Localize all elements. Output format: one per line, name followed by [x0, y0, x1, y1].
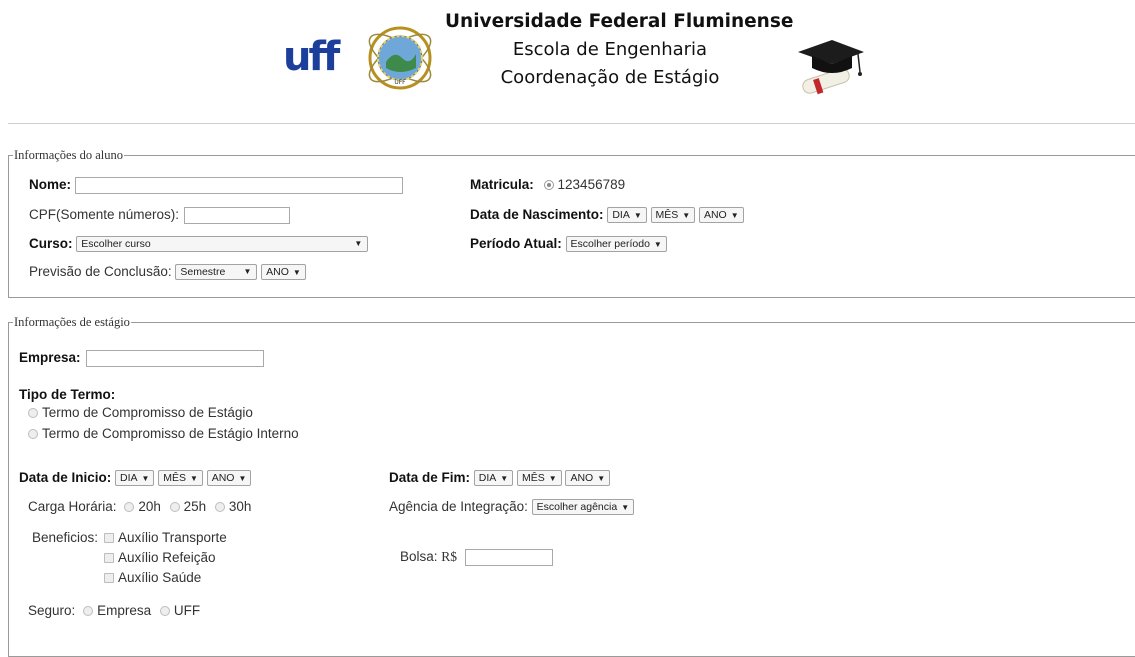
fim-label: Data de Fim:	[389, 470, 471, 485]
agencia-select[interactable]: Escolher agência ▼	[531, 499, 635, 516]
fim-ano-select[interactable]: ANO ▼	[565, 470, 611, 487]
seguro-option[interactable]: Empresa	[83, 603, 151, 618]
matricula-row: Matricula: 123456789	[470, 176, 625, 194]
svg-text:UFF: UFF	[394, 79, 406, 86]
internship-info-legend: Informações de estágio	[14, 315, 130, 329]
nascimento-ano-select[interactable]: ANO ▼	[698, 207, 744, 224]
header-divider	[8, 123, 1135, 124]
carga-label: Carga Horária:	[28, 499, 117, 514]
seguro-radio[interactable]	[159, 606, 170, 616]
matricula-label: Matricula:	[470, 177, 534, 192]
carga-option[interactable]: 25h	[169, 499, 206, 514]
graduation-cap-diploma-icon	[798, 40, 864, 95]
curso-label: Curso:	[29, 236, 73, 251]
tipo-termo-radio[interactable]	[28, 408, 38, 418]
bolsa-input[interactable]	[465, 549, 553, 566]
student-info-legend: Informações do aluno	[14, 148, 123, 162]
tipo-termo-label-row: Tipo de Termo:	[19, 386, 115, 404]
nascimento-dia-select[interactable]: DIA ▼	[607, 207, 647, 224]
nome-label: Nome:	[29, 177, 72, 192]
cpf-label: CPF(Somente números):	[29, 207, 180, 222]
seguro-radio[interactable]	[83, 606, 94, 616]
tipo-termo-option[interactable]: Termo de Compromisso de Estágio	[28, 404, 253, 422]
tipo-termo-label: Tipo de Termo:	[19, 387, 116, 402]
seguro-label: Seguro:	[28, 603, 76, 618]
engineering-seal-icon: UFF	[368, 26, 432, 90]
nascimento-row: Data de Nascimento: DIA ▼ MÊS ▼ ANO ▼	[470, 206, 744, 224]
tipo-termo-radio[interactable]	[28, 429, 38, 439]
periodo-select[interactable]: Escolher período ▼	[565, 236, 667, 253]
nome-input[interactable]	[75, 177, 403, 194]
cpf-input[interactable]	[184, 207, 290, 224]
seguro-row: Seguro: Empresa UFF	[28, 602, 200, 620]
empresa-input[interactable]	[86, 350, 264, 367]
uff-logo: uff	[283, 34, 340, 80]
bolsa-label: Bolsa:	[400, 549, 438, 564]
beneficio-option[interactable]: Auxílio Saúde	[104, 569, 201, 587]
curso-row: Curso: Escolher curso ▼	[29, 235, 369, 253]
beneficio-checkbox[interactable]	[104, 573, 114, 583]
page-title: Universidade Federal Fluminense Escola d…	[445, 8, 794, 92]
empresa-row: Empresa:	[19, 349, 81, 367]
matricula-radio[interactable]	[543, 180, 554, 190]
previsao-row: Previsão de Conclusão: Semestre ▼ ANO ▼	[29, 263, 306, 281]
periodo-row: Período Atual: Escolher período ▼	[470, 235, 667, 253]
matricula-value: 123456789	[557, 177, 626, 192]
previsao-semestre-select[interactable]: Semestre ▼	[175, 264, 258, 281]
beneficio-option[interactable]: Auxílio Refeição	[104, 549, 216, 567]
nascimento-mes-select[interactable]: MÊS ▼	[650, 207, 696, 224]
carga-radio[interactable]	[214, 502, 225, 512]
carga-option[interactable]: 20h	[124, 499, 161, 514]
university-name: Universidade Federal Fluminense	[445, 11, 794, 32]
agencia-label: Agência de Integração:	[389, 499, 528, 514]
inicio-label: Data de Inicio:	[19, 470, 112, 485]
inicio-row: Data de Inicio: DIA ▼ MÊS ▼ ANO ▼	[19, 469, 252, 487]
fim-row: Data de Fim: DIA ▼ MÊS ▼ ANO ▼	[389, 469, 611, 487]
inicio-ano-select[interactable]: ANO ▼	[206, 470, 252, 487]
beneficios-row: Beneficios:	[32, 529, 98, 547]
carga-radio[interactable]	[169, 502, 180, 512]
beneficio-checkbox[interactable]	[104, 533, 114, 543]
seguro-option[interactable]: UFF	[159, 603, 200, 618]
carga-option[interactable]: 30h	[214, 499, 251, 514]
school-name: Escola de Engenharia	[512, 39, 708, 60]
nome-row: Nome:	[29, 176, 71, 194]
inicio-mes-select[interactable]: MÊS ▼	[158, 470, 203, 487]
bolsa-currency: R$	[441, 549, 458, 564]
bolsa-row: Bolsa: R$	[400, 548, 457, 566]
curso-select[interactable]: Escolher curso ▼	[76, 236, 369, 253]
agencia-row: Agência de Integração: Escolher agência ▼	[389, 498, 635, 516]
nascimento-label: Data de Nascimento:	[470, 207, 604, 222]
beneficio-checkbox[interactable]	[104, 553, 114, 563]
previsao-ano-select[interactable]: ANO ▼	[261, 264, 306, 281]
previsao-label: Previsão de Conclusão:	[29, 264, 172, 279]
tipo-termo-option[interactable]: Termo de Compromisso de Estágio Interno	[28, 425, 299, 443]
beneficios-label: Beneficios:	[32, 530, 99, 545]
fim-mes-select[interactable]: MÊS ▼	[516, 470, 562, 487]
inicio-dia-select[interactable]: DIA ▼	[115, 470, 155, 487]
department-name: Coordenação de Estágio	[500, 67, 720, 88]
beneficio-option[interactable]: Auxílio Transporte	[104, 529, 227, 547]
carga-radio[interactable]	[124, 502, 135, 512]
cpf-row: CPF(Somente números):	[29, 206, 179, 224]
carga-row: Carga Horária: 20h 25h 30h	[28, 498, 251, 516]
periodo-label: Período Atual:	[470, 236, 562, 251]
fim-dia-select[interactable]: DIA ▼	[473, 470, 514, 487]
empresa-label: Empresa:	[19, 350, 81, 365]
